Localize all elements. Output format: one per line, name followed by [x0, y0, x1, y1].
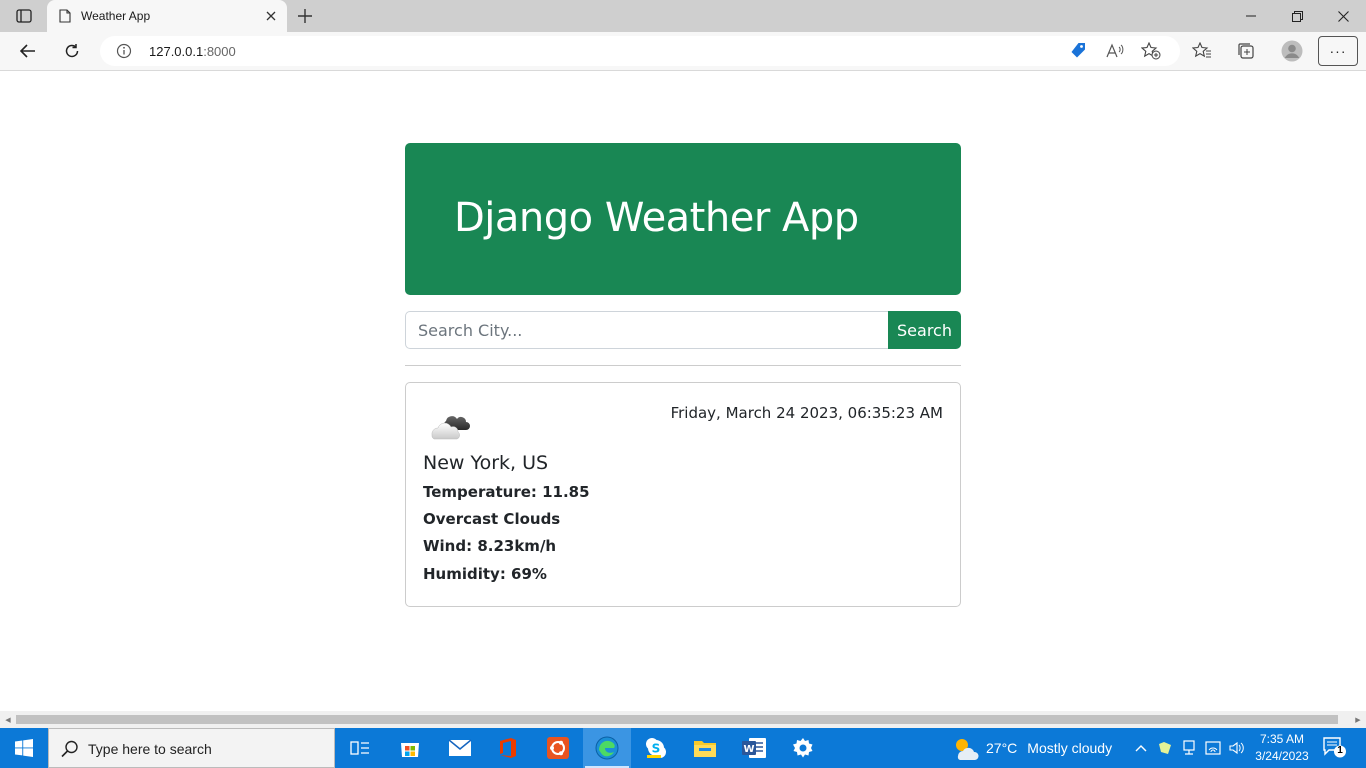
taskbar-clock[interactable]: 7:35 AM 3/24/2023	[1254, 731, 1310, 765]
skype-icon[interactable]: S	[632, 728, 680, 768]
partly-cloudy-icon	[956, 739, 979, 760]
overcast-clouds-icon	[431, 416, 470, 440]
ubuntu-icon[interactable]	[534, 728, 582, 768]
taskbar-weather[interactable]: 27°C Mostly cloudy	[952, 728, 1112, 768]
page-icon	[59, 9, 71, 23]
taskbar-search-box[interactable]: Type here to search	[48, 728, 335, 768]
clock-time: 7:35 AM	[1259, 732, 1305, 746]
scroll-left-icon[interactable]: ◀	[4, 715, 12, 724]
humidity-text: Humidity: 69%	[423, 565, 547, 583]
header-banner: Django Weather App	[405, 143, 961, 295]
network-status-icon[interactable]	[1157, 740, 1173, 756]
device-icon[interactable]	[1181, 740, 1197, 756]
close-tab-icon[interactable]	[263, 8, 279, 24]
task-view-icon[interactable]	[336, 728, 384, 768]
scroll-right-icon[interactable]: ▶	[1354, 715, 1362, 724]
address-bar[interactable]: 127.0.0.1:8000	[100, 36, 1180, 66]
divider	[405, 365, 961, 366]
weather-card: Friday, March 24 2023, 06:35:23 AM New Y…	[405, 382, 961, 607]
taskbar-search-placeholder: Type here to search	[88, 741, 212, 757]
settings-more-button[interactable]: ···	[1318, 36, 1358, 66]
search-icon	[61, 740, 78, 758]
close-window-icon[interactable]	[1320, 0, 1366, 32]
description-text: Overcast Clouds	[423, 510, 561, 528]
site-info-icon[interactable]	[116, 43, 132, 59]
scrollbar-thumb[interactable]	[16, 715, 1338, 724]
url-text: 127.0.0.1:8000	[149, 44, 236, 59]
url-host: 127.0.0.1	[149, 44, 204, 59]
favorites-icon[interactable]	[1188, 38, 1216, 64]
temperature-text: Temperature: 11.85	[423, 483, 590, 501]
url-port: :8000	[203, 44, 236, 59]
search-form: Search	[405, 311, 961, 349]
settings-gear-icon[interactable]	[779, 728, 827, 768]
city-search-input[interactable]	[405, 311, 889, 349]
datetime-text: Friday, March 24 2023, 06:35:23 AM	[670, 404, 943, 422]
tab-actions-icon[interactable]	[12, 6, 36, 26]
tab-weather-app[interactable]: Weather App	[47, 0, 287, 32]
notification-count: 1	[1337, 745, 1343, 756]
mail-icon[interactable]	[436, 728, 484, 768]
shopping-tag-icon[interactable]	[1067, 41, 1089, 61]
browser-tab-strip: Weather App	[0, 0, 1366, 32]
clock-date: 3/24/2023	[1255, 749, 1309, 763]
add-favorite-icon[interactable]	[1140, 41, 1162, 61]
page-content: Django Weather App Search Friday, March …	[0, 71, 1366, 711]
wind-text: Wind: 8.23km/h	[423, 537, 557, 555]
app-title: Django Weather App	[454, 195, 859, 241]
minimize-icon[interactable]	[1228, 0, 1274, 32]
windows-taskbar: Type here to search S W 27°C Mostly clou…	[0, 728, 1366, 768]
read-aloud-icon[interactable]	[1104, 41, 1126, 61]
show-hidden-icons-icon[interactable]	[1133, 740, 1149, 756]
notification-center-icon[interactable]: 1	[1322, 736, 1348, 760]
windows-logo-icon	[15, 739, 33, 757]
refresh-icon[interactable]	[58, 38, 86, 64]
microsoft-store-icon[interactable]	[386, 728, 434, 768]
profile-avatar-icon[interactable]	[1278, 38, 1306, 64]
office-icon[interactable]	[484, 728, 532, 768]
word-icon[interactable]: W	[730, 728, 778, 768]
taskbar-temperature: 27°C	[986, 740, 1018, 756]
taskbar-weather-condition: Mostly cloudy	[1027, 740, 1113, 756]
collections-icon[interactable]	[1232, 38, 1260, 64]
file-explorer-icon[interactable]	[681, 728, 729, 768]
wifi-icon[interactable]	[1205, 740, 1221, 756]
search-button[interactable]: Search	[888, 311, 961, 349]
edge-browser-icon[interactable]	[583, 728, 631, 768]
horizontal-scrollbar[interactable]: ◀ ▶	[0, 711, 1366, 728]
svg-text:S: S	[652, 742, 661, 756]
back-icon[interactable]	[14, 38, 42, 64]
start-button[interactable]	[0, 728, 48, 768]
svg-text:W: W	[743, 744, 754, 755]
new-tab-icon[interactable]	[294, 6, 316, 26]
tab-title: Weather App	[81, 9, 151, 23]
restore-icon[interactable]	[1274, 0, 1320, 32]
browser-toolbar: 127.0.0.1:8000 ···	[0, 32, 1366, 71]
volume-icon[interactable]	[1229, 740, 1245, 756]
city-name: New York, US	[423, 452, 549, 474]
